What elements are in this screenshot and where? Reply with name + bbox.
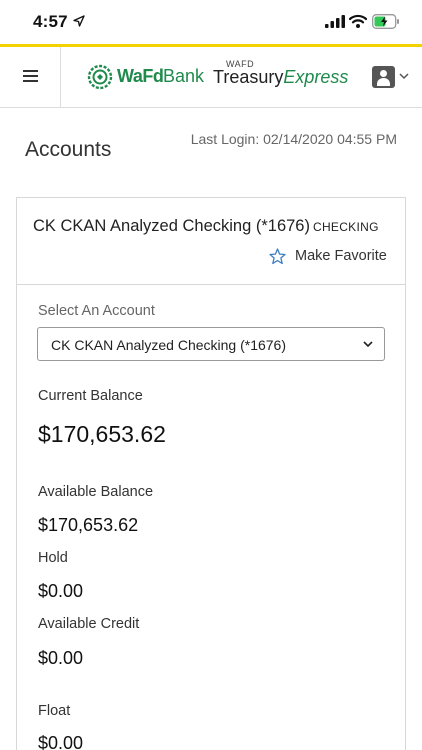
logo-bank-text: Bank	[163, 66, 205, 86]
hamburger-menu-icon	[23, 70, 38, 72]
account-card-header: CK CKAN Analyzed Checking (*1676) CHECKIN…	[17, 198, 405, 285]
wifi-icon	[349, 14, 367, 28]
hold-value: $0.00	[38, 581, 84, 601]
logo-wafd-text: WaFd	[117, 66, 164, 86]
wafd-logo-icon	[87, 64, 113, 90]
select-account-label: Select An Account	[38, 303, 155, 319]
treasury-logo-main-text: TreasuryExpress	[213, 67, 348, 88]
star-icon	[269, 248, 286, 265]
page-title: Accounts	[25, 138, 112, 161]
express-logo-word: Express	[283, 67, 349, 87]
status-time: 4:57	[33, 12, 68, 31]
account-name: CK CKAN Analyzed Checking (*1676)	[33, 217, 310, 235]
last-login-text: Last Login: 02/14/2020 04:55 PM	[190, 131, 397, 147]
treasury-express-logo: WAFD TreasuryExpress	[213, 59, 348, 95]
battery-charging-icon	[372, 14, 399, 29]
available-balance-value: $170,653.62	[38, 515, 139, 535]
account-type: CHECKING	[312, 220, 379, 234]
user-icon-body	[377, 78, 390, 86]
app-header: WaFd Bank WAFD TreasuryExpress	[0, 47, 422, 108]
user-icon-head	[380, 70, 387, 77]
user-icon	[372, 66, 395, 88]
chevron-down-icon	[399, 73, 409, 80]
make-favorite-label: Make Favorite	[295, 248, 387, 264]
chevron-down-icon	[363, 341, 373, 348]
current-balance-value: $170,653.62	[38, 421, 166, 447]
current-balance-label: Current Balance	[38, 388, 143, 404]
user-menu-button[interactable]	[372, 66, 412, 90]
hamburger-menu-icon-bar	[23, 75, 38, 77]
account-title: CK CKAN Analyzed Checking (*1676) CHECKIN…	[33, 217, 379, 236]
treasury-logo-word: Treasury	[213, 67, 284, 87]
make-favorite-button[interactable]: Make Favorite	[269, 247, 389, 267]
float-value: $0.00	[38, 733, 84, 750]
account-select-value: CK CKAN Analyzed Checking (*1676)	[51, 337, 287, 353]
hold-label: Hold	[38, 550, 68, 566]
cellular-signal-icon	[325, 15, 345, 28]
account-select[interactable]: CK CKAN Analyzed Checking (*1676)	[37, 327, 385, 361]
location-arrow-icon	[73, 15, 85, 27]
available-credit-value: $0.00	[38, 648, 84, 668]
wafd-bank-logo[interactable]: WaFd Bank	[86, 63, 205, 91]
account-card: CK CKAN Analyzed Checking (*1676) CHECKIN…	[16, 197, 406, 750]
hamburger-menu-icon-bar	[23, 80, 38, 82]
hamburger-menu-button[interactable]	[0, 47, 61, 107]
available-credit-label: Available Credit	[38, 616, 140, 632]
float-label: Float	[38, 703, 71, 719]
status-bar: 4:57	[0, 0, 422, 44]
available-balance-label: Available Balance	[38, 484, 154, 500]
